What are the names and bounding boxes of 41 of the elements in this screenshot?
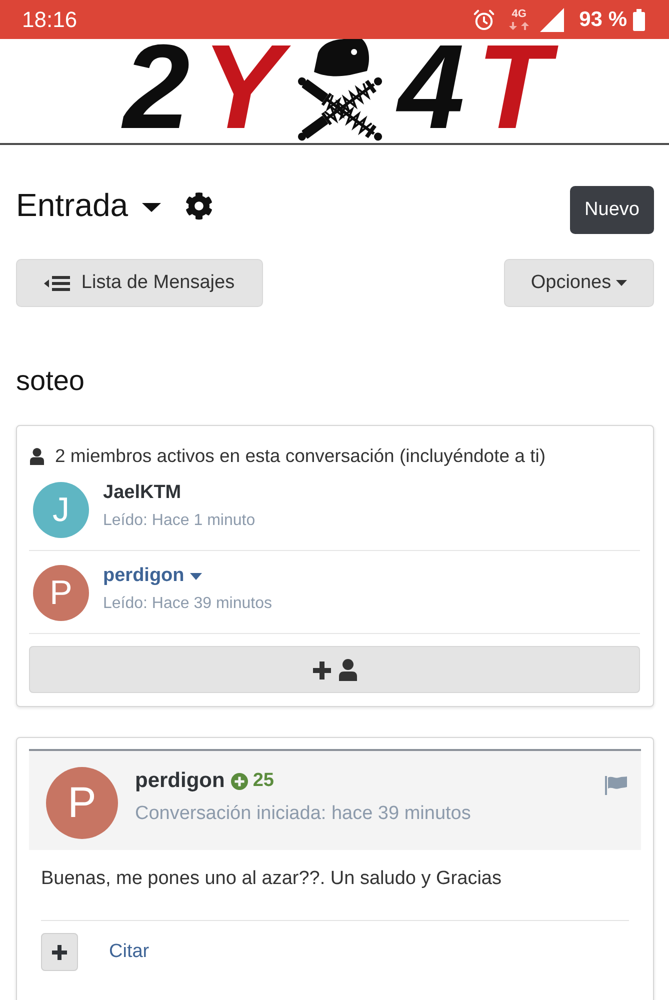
author-name[interactable]: perdigon [135,768,225,794]
reputation-score: 25 [252,770,274,792]
logo-letter: 2 [120,43,191,131]
read-time: Leído: Hace 1 minuto [103,511,256,531]
message-text: Buenas, me pones uno al azar??. Un saludo y Gracias [41,867,502,891]
caret-down-icon [142,203,162,212]
battery-percent: 93 % [579,8,627,32]
user-avatar[interactable]: P [33,565,89,621]
member-name: JaelKTM [103,482,182,504]
battery-icon [633,8,645,30]
quote-link[interactable]: Citar [109,940,150,964]
settings-button[interactable] [185,192,214,220]
logo-letter: 4 [395,43,466,131]
caret-down-icon [190,572,202,580]
user-avatar[interactable]: P [46,767,118,839]
folder-title: Entrada [16,186,128,224]
member-name[interactable]: perdigon [103,565,184,587]
logo-letter: T [470,43,562,131]
plus-icon [52,944,67,960]
logo-letter: Y [196,43,294,131]
data-arrows-icon [508,22,530,30]
conversation-start-time: Conversación iniciada: hace 39 minutos [135,802,471,826]
new-button[interactable]: Nuevo [570,186,654,234]
flag-icon [605,776,627,795]
expand-button[interactable] [41,933,78,971]
caret-list-icon [44,276,70,290]
signal-icon [540,8,564,32]
read-time: Leído: Hace 39 minutos [103,594,272,614]
caret-down-icon [616,280,628,286]
participants-summary: 2 miembros activos en esta conversación (incluyéndote a ti) [55,444,546,468]
report-button[interactable] [605,776,627,795]
options-button[interactable]: Opciones [504,259,654,307]
user-icon [30,448,44,464]
add-user-icon [312,658,356,680]
message-list-button[interactable]: Lista de Mensajes [16,259,263,307]
clock-time: 18:16 [22,8,78,32]
conversation-title: soteo [16,364,84,398]
network-type: 4G [512,9,526,20]
settings-icon [185,192,214,220]
folder-menu-caret[interactable] [142,203,162,212]
alarm-clock-icon [473,8,496,30]
